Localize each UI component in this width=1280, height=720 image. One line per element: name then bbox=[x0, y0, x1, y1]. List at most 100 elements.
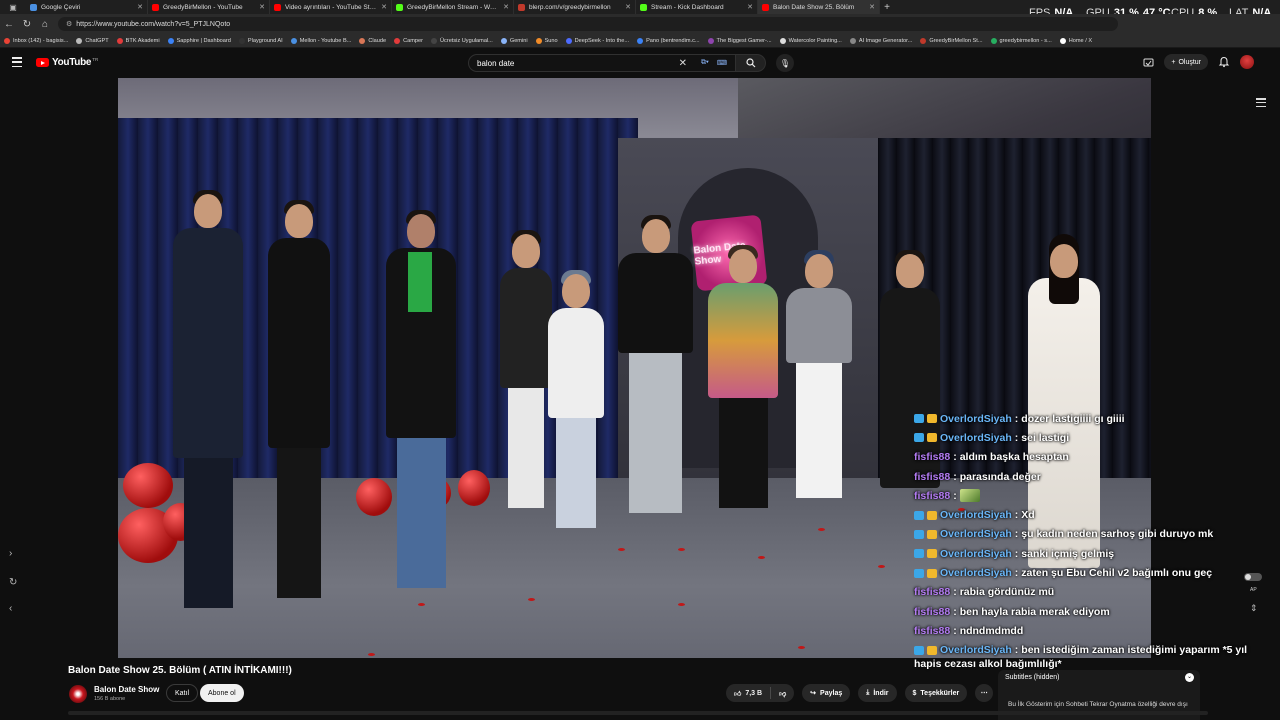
browser-tab[interactable]: GreedyBirMellon Stream - Watch ✕ bbox=[392, 0, 514, 14]
like-button[interactable]: 👍︎ 7,3 B bbox=[726, 684, 770, 702]
browser-tab[interactable]: Video ayrıntıları - YouTube Studio ✕ bbox=[270, 0, 392, 14]
chevron-left-icon[interactable]: ‹ bbox=[9, 603, 12, 614]
bookmark-favicon-icon bbox=[394, 37, 401, 44]
chat-username: OverlordSiyah bbox=[940, 412, 1012, 425]
horizontal-scrollbar[interactable] bbox=[68, 711, 1208, 715]
playlist-icon[interactable] bbox=[1256, 98, 1266, 107]
close-tab-icon[interactable]: ✕ bbox=[747, 3, 753, 11]
bookmark-item[interactable]: GreedyBirMellon St... bbox=[920, 37, 983, 44]
plus-icon: + bbox=[1171, 58, 1176, 66]
join-button[interactable]: Katıl bbox=[166, 684, 199, 702]
chat-message: OverlordSiyah: zaten şu Ebu Cehil v2 bağı… bbox=[914, 563, 1254, 582]
cast-icon[interactable] bbox=[1143, 57, 1154, 68]
bookmark-item[interactable]: Claude bbox=[359, 37, 386, 44]
video-title: Balon Date Show 25. Bölüm ( ATIN İNTİKAM… bbox=[68, 665, 292, 676]
site-info-icon[interactable]: ⚙ bbox=[66, 20, 72, 28]
subscribe-button[interactable]: Abone ol bbox=[200, 684, 244, 702]
more-dots-icon: ⋯ bbox=[980, 690, 988, 697]
youtube-logo[interactable]: YouTube TR bbox=[36, 57, 98, 68]
bookmark-item[interactable]: Inbox (142) - bagisis... bbox=[4, 37, 68, 44]
chat-message: fisfis88: parasında değer bbox=[914, 470, 1041, 483]
close-tab-icon[interactable]: ✕ bbox=[137, 3, 143, 11]
share-button[interactable]: ↪ Paylaş bbox=[802, 684, 851, 702]
chat-username: fisfis88 bbox=[914, 470, 951, 483]
browser-tab[interactable]: Stream - Kick Dashboard ✕ bbox=[636, 0, 758, 14]
account-avatar[interactable] bbox=[1240, 55, 1254, 69]
bookmark-item[interactable]: Home / X bbox=[1059, 37, 1092, 44]
close-tab-icon[interactable]: ✕ bbox=[503, 3, 509, 11]
browser-tab[interactable]: Google Çeviri ✕ bbox=[26, 0, 148, 14]
download-button[interactable]: ⤓ İndir bbox=[858, 684, 897, 702]
bookmark-item[interactable]: Ücretsiz Uygulamal... bbox=[431, 37, 493, 44]
chat-text: ben hayla rabia merak ediyom bbox=[959, 605, 1110, 618]
bookmark-item[interactable]: Pano (bentrendim.c... bbox=[637, 37, 700, 44]
subscriber-badge-icon bbox=[927, 529, 937, 539]
search-button[interactable] bbox=[736, 54, 766, 72]
chat-username: OverlordSiyah bbox=[940, 431, 1012, 444]
bookmark-item[interactable]: ChatGPT bbox=[76, 37, 109, 44]
create-button[interactable]: + Oluştur bbox=[1164, 54, 1208, 70]
refresh-icon[interactable]: ↻ bbox=[9, 577, 17, 588]
url-field[interactable]: ⚙ https://www.youtube.com/watch?v=5_PTJL… bbox=[58, 17, 1118, 31]
tab-favicon-icon bbox=[640, 3, 647, 11]
bookmark-item[interactable]: The Biggest Gamer-... bbox=[707, 37, 772, 44]
thanks-button[interactable]: $ Teşekkürler bbox=[904, 684, 968, 702]
kick-badge-icon bbox=[914, 510, 924, 520]
download-icon: ⤓ bbox=[866, 689, 870, 696]
bookmark-item[interactable]: DeepSeek - Into the... bbox=[565, 37, 629, 44]
chevron-down-icon[interactable]: ⌄ bbox=[1185, 673, 1194, 682]
tab-favicon-icon bbox=[762, 3, 769, 11]
rose-petal bbox=[418, 603, 425, 606]
channel-name[interactable]: Balon Date Show bbox=[94, 685, 159, 694]
bookmark-item[interactable]: Sapphire | Dashboard bbox=[167, 37, 231, 44]
chat-replay-overlay: OverlordSiyah: dozer lastigiiii gı giiii O… bbox=[914, 409, 1254, 672]
notifications-bell-icon[interactable] bbox=[1218, 56, 1230, 68]
home-icon[interactable]: ⌂ bbox=[36, 19, 54, 30]
bookmark-item[interactable]: greedybirmellon - s... bbox=[990, 37, 1052, 44]
replay-disabled-notice: Bu İlk Gösterim için Sohbeti Tekrar Oyna… bbox=[1008, 701, 1188, 708]
bookmark-item[interactable]: AI Image Generator... bbox=[849, 37, 912, 44]
bookmark-item[interactable]: Camper bbox=[394, 37, 423, 44]
browser-tab[interactable]: Balon Date Show 25. Bölüm ✕ bbox=[758, 0, 880, 14]
close-tab-icon[interactable]: ✕ bbox=[869, 3, 875, 11]
bookmark-favicon-icon bbox=[637, 37, 644, 44]
bookmark-favicon-icon bbox=[920, 37, 927, 44]
person-contestant bbox=[548, 270, 604, 528]
browser-tab[interactable]: blerp.com/v/greedybirmellon ✕ bbox=[514, 0, 636, 14]
close-tab-icon[interactable]: ✕ bbox=[381, 3, 387, 11]
close-tab-icon[interactable]: ✕ bbox=[625, 3, 631, 11]
bookmark-item[interactable]: BTK Akademi bbox=[116, 37, 160, 44]
tab-favicon-icon bbox=[30, 3, 37, 11]
youtube-header: YouTube TR balon date ✕ ⧉▾ ⌨ 🎙 + Oluştur bbox=[0, 48, 1280, 78]
person-contestant bbox=[708, 245, 778, 508]
chat-username: fisfis88 bbox=[914, 624, 951, 637]
reload-icon[interactable]: ↻ bbox=[18, 19, 36, 30]
clear-search-icon[interactable]: ✕ bbox=[679, 58, 687, 69]
keyboard-icon[interactable]: ⌨ bbox=[717, 59, 727, 67]
browser-tab[interactable]: GreedyBirMellon - YouTube ✕ bbox=[148, 0, 270, 14]
close-tab-icon[interactable]: ✕ bbox=[259, 3, 265, 11]
bookmark-item[interactable]: Gemini bbox=[500, 37, 528, 44]
tab-actions-icon[interactable]: ▣ bbox=[0, 0, 26, 14]
chat-username: OverlordSiyah bbox=[940, 509, 1012, 522]
new-tab-button[interactable]: + bbox=[880, 2, 894, 13]
kick-badge-icon bbox=[914, 568, 924, 578]
tab-favicon-icon bbox=[152, 3, 159, 11]
rose-petal bbox=[678, 548, 685, 551]
dislike-button[interactable]: 👎︎ bbox=[771, 684, 794, 702]
chevron-right-icon[interactable]: › bbox=[9, 548, 12, 559]
subscriber-badge-icon bbox=[927, 645, 937, 655]
bookmark-item[interactable]: Playground AI bbox=[238, 37, 283, 44]
search-input[interactable]: balon date ✕ ⧉▾ ⌨ bbox=[468, 54, 736, 72]
channel-avatar[interactable] bbox=[69, 685, 87, 703]
more-actions-button[interactable]: ⋯ bbox=[975, 684, 994, 702]
subtitles-header[interactable]: Subtitles (hidden) bbox=[1005, 674, 1059, 681]
voice-search-icon[interactable]: 🎙 bbox=[776, 54, 794, 72]
bookmark-item[interactable]: Watercolor Painting... bbox=[779, 37, 842, 44]
translate-icon[interactable]: ⧉▾ bbox=[701, 59, 709, 67]
bookmark-item[interactable]: Mellon - Youtube B... bbox=[290, 37, 351, 44]
bookmark-favicon-icon bbox=[500, 37, 507, 44]
hamburger-menu-icon[interactable] bbox=[12, 57, 22, 67]
bookmark-item[interactable]: Suno bbox=[535, 37, 558, 44]
back-icon[interactable]: ← bbox=[0, 19, 18, 30]
